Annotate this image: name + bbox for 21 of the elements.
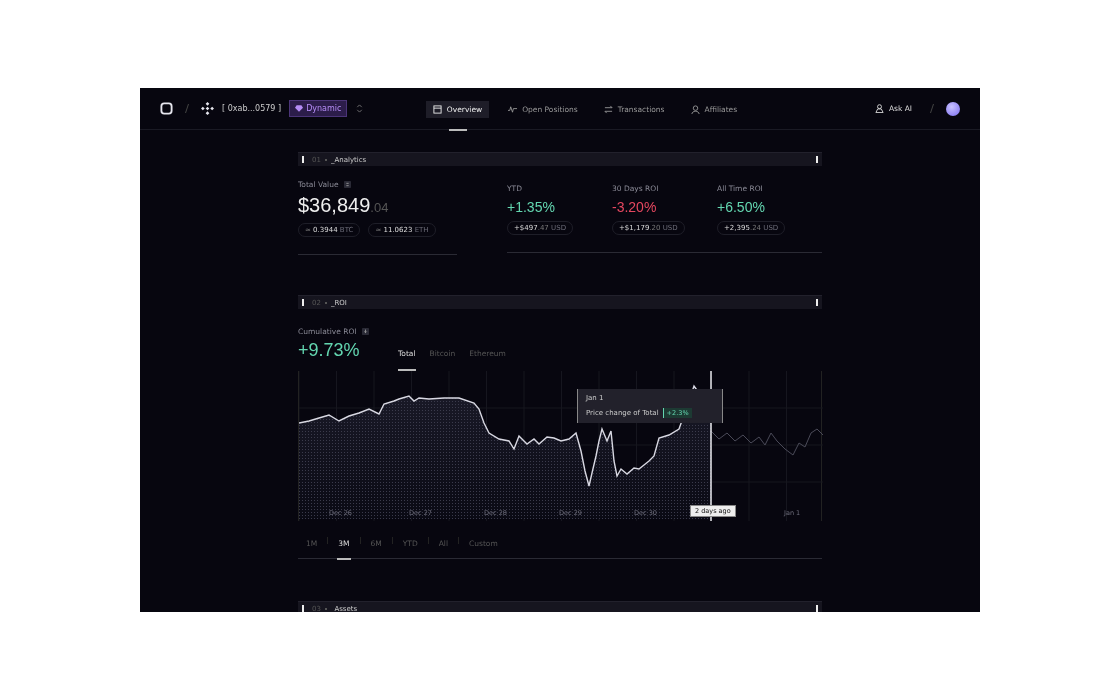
dynamic-badge: Dynamic	[289, 100, 348, 117]
logo-icon[interactable]	[160, 102, 173, 115]
stat-value: +1.35%	[507, 199, 555, 215]
window-icon	[432, 105, 442, 114]
wallet-address: [ 0xab...0579 ]	[222, 104, 282, 113]
user-icon	[874, 104, 884, 113]
tab-underline	[336, 558, 351, 560]
swap-arrows-icon	[603, 105, 613, 114]
slash-divider	[930, 104, 934, 113]
slash-divider	[185, 104, 189, 113]
diamond-icon	[201, 102, 214, 115]
roi-value: +9.73%	[298, 340, 358, 361]
avatar[interactable]	[946, 101, 960, 116]
user-icon	[690, 105, 700, 114]
total-value: $36,849.04	[298, 194, 390, 217]
stat-value: +6.50%	[717, 199, 765, 215]
stat-value: -3.20%	[612, 199, 657, 215]
tab-underline	[397, 369, 416, 371]
download-icon[interactable]	[361, 328, 369, 335]
pulse-icon	[508, 105, 518, 114]
tab-underline	[448, 129, 467, 131]
